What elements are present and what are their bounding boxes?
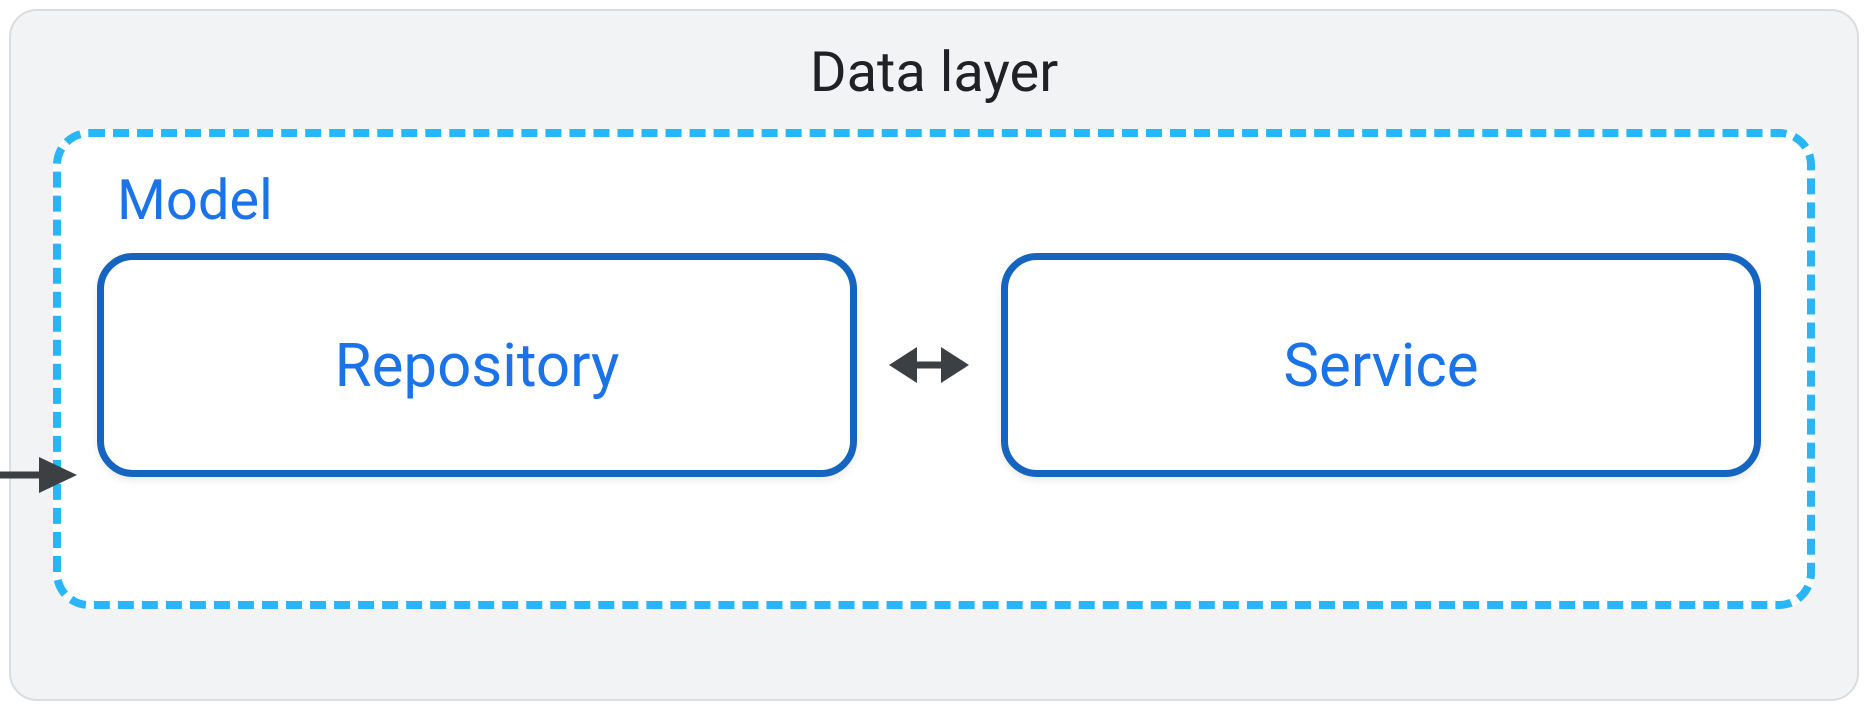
service-box: Service: [1001, 253, 1761, 477]
data-layer-container: Data layer Model Repository Service: [9, 9, 1859, 701]
incoming-arrow-icon: [0, 451, 77, 503]
model-label: Model: [117, 167, 1761, 233]
service-label: Service: [1283, 330, 1478, 401]
bidirectional-arrow-icon: [889, 341, 969, 389]
components-row: Repository Service: [97, 253, 1761, 477]
diagram-title: Data layer: [53, 39, 1815, 105]
model-container: Model Repository Service: [53, 129, 1815, 609]
repository-label: Repository: [335, 330, 620, 401]
repository-box: Repository: [97, 253, 857, 477]
